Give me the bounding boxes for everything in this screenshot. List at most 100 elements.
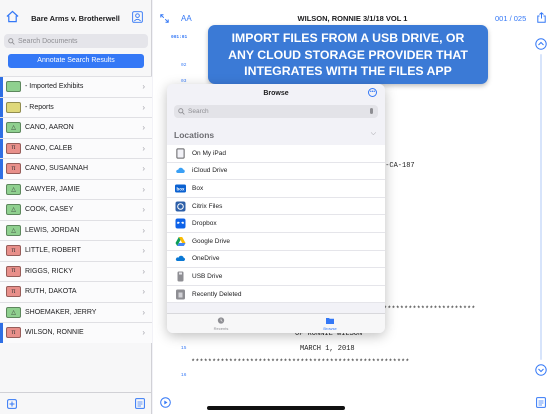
selection-bar	[0, 118, 3, 138]
promo-banner: IMPORT FILES FROM A USB DRIVE, OR ANY CL…	[208, 25, 488, 84]
ipad-icon	[175, 148, 186, 159]
search-icon	[178, 108, 185, 115]
chevron-right-icon: ›	[142, 102, 145, 112]
location-item[interactable]: On My iPad	[167, 145, 385, 163]
sidebar-item-label: COOK, CASEY	[25, 206, 74, 214]
share-icon[interactable]	[537, 12, 546, 23]
case-number-text: 7-CA-187	[381, 162, 415, 170]
tab-browse-label: Browse	[323, 326, 337, 331]
chevron-right-icon: ›	[142, 143, 145, 153]
folder-icon: △	[6, 306, 21, 318]
sidebar-item[interactable]: π RUTH, DAKOTA ›	[0, 281, 152, 302]
more-options-icon[interactable]: •••	[368, 88, 377, 97]
selection-bar	[0, 262, 3, 282]
folder-icon: △	[6, 122, 21, 134]
folder-icon: △	[6, 183, 21, 195]
chevron-right-icon: ›	[142, 184, 145, 194]
selection-bar	[0, 180, 3, 200]
selection-bar	[0, 282, 3, 302]
tab-browse[interactable]: Browse	[310, 317, 350, 331]
location-item[interactable]: USB Drive	[167, 268, 385, 286]
sidebar-item[interactable]: π LITTLE, ROBERT ›	[0, 240, 152, 261]
sidebar-item[interactable]: π WILSON, RONNIE ›	[0, 322, 152, 343]
chevron-right-icon: ›	[142, 307, 145, 317]
locations-list: On My iPad iCloud Drive box Box Citrix Files…	[167, 145, 385, 304]
trash-icon	[175, 289, 186, 300]
tab-recents[interactable]: Recents	[201, 317, 241, 331]
browse-search-input[interactable]: Search	[174, 105, 378, 118]
sidebar-item-label: RIGGS, RICKY	[25, 267, 73, 275]
location-item[interactable]: OneDrive	[167, 251, 385, 269]
selection-bar	[0, 138, 3, 158]
line-number: 15	[181, 346, 187, 351]
browse-title: Browse	[263, 90, 289, 97]
location-label: OneDrive	[192, 255, 220, 263]
location-label: Recently Deleted	[192, 290, 242, 298]
sidebar-item[interactable]: π CANO, CALEB ›	[0, 137, 152, 158]
sidebar-item[interactable]: π CANO, SUSANNAH ›	[0, 158, 152, 179]
separator-stars: **********************	[383, 306, 476, 314]
location-item[interactable]: Dropbox	[167, 215, 385, 233]
files-browse-popover: Browse ••• Search Locations ⌵ On My iPad…	[167, 84, 385, 333]
location-label: Dropbox	[192, 220, 217, 228]
annotate-search-results-button[interactable]: Annotate Search Results	[8, 54, 144, 68]
location-item[interactable]: Citrix Files	[167, 198, 385, 216]
transcript-toolbar	[153, 392, 552, 414]
location-label: Citrix Files	[192, 202, 223, 210]
notes-icon[interactable]	[536, 397, 546, 408]
chevron-right-icon: ›	[142, 246, 145, 256]
chevron-right-icon: ›	[142, 82, 145, 92]
location-item[interactable]: Recently Deleted	[167, 286, 385, 304]
folder-icon	[326, 318, 334, 324]
usb-drive-icon	[175, 271, 186, 282]
selection-bar	[0, 200, 3, 220]
location-item[interactable]: box Box	[167, 180, 385, 198]
sidebar-item[interactable]: △ COOK, CASEY ›	[0, 199, 152, 220]
sidebar-item[interactable]: △ CAWYER, JAMIE ›	[0, 178, 152, 200]
sidebar-header: Bare Arms v. Brotherwell	[0, 0, 151, 32]
chevron-right-icon: ›	[142, 205, 145, 215]
onedrive-icon	[175, 253, 186, 264]
separator-stars-full: ****************************************…	[191, 359, 410, 367]
location-item[interactable]: Google Drive	[167, 233, 385, 251]
page-line-ref: 001:01	[171, 35, 188, 40]
play-icon[interactable]	[160, 397, 171, 408]
browse-search-placeholder: Search	[188, 108, 209, 115]
add-icon[interactable]	[7, 399, 17, 409]
sidebar-item-label: CANO, SUSANNAH	[25, 165, 89, 173]
witness-list: - Imported Exhibits › - Reports › △ CANO, AAR…	[0, 76, 152, 343]
sidebar-item[interactable]: π RIGGS, RICKY ›	[0, 260, 152, 282]
sidebar-toolbar	[0, 392, 152, 414]
document-search-input[interactable]: Search Documents	[4, 34, 148, 48]
page-indicator[interactable]: 001 / 025	[495, 14, 526, 23]
home-indicator	[207, 406, 345, 410]
chevron-down-icon[interactable]: ⌵	[371, 130, 376, 138]
sidebar-item-label: CANO, AARON	[25, 124, 74, 132]
sidebar-item[interactable]: - Imported Exhibits ›	[0, 76, 152, 97]
sidebar-item[interactable]: △ LEWIS, JORDAN ›	[0, 219, 152, 240]
locations-header[interactable]: Locations	[174, 130, 214, 140]
chevron-right-icon: ›	[142, 328, 145, 338]
box-icon: box	[175, 183, 186, 194]
sidebar-item[interactable]: - Reports ›	[0, 96, 152, 117]
scroll-up-icon[interactable]	[535, 38, 547, 50]
sidebar-item[interactable]: △ CANO, AARON ›	[0, 117, 152, 138]
banner-line-1: IMPORT FILES FROM A USB DRIVE, OR	[231, 31, 465, 45]
sidebar-item[interactable]: △ SHOEMAKER, JERRY ›	[0, 301, 152, 322]
page-scroller[interactable]	[535, 38, 547, 376]
microphone-icon[interactable]	[370, 108, 373, 114]
tab-recents-label: Recents	[213, 326, 229, 331]
chevron-right-icon: ›	[142, 123, 145, 133]
scroll-down-icon[interactable]	[535, 364, 547, 376]
chevron-right-icon: ›	[142, 266, 145, 276]
svg-text:box: box	[176, 186, 184, 191]
folder-icon: π	[6, 265, 21, 277]
report-icon[interactable]	[135, 398, 145, 409]
witness-filter-icon[interactable]	[132, 11, 143, 23]
banner-line-3: INTEGRATES WITH THE FILES APP	[244, 64, 452, 78]
folder-icon: π	[6, 327, 21, 339]
sidebar-item-label: SHOEMAKER, JERRY	[25, 308, 97, 316]
sidebar-item-label: RUTH, DAKOTA	[25, 288, 77, 296]
location-label: iCloud Drive	[192, 167, 228, 175]
location-item[interactable]: iCloud Drive	[167, 163, 385, 181]
